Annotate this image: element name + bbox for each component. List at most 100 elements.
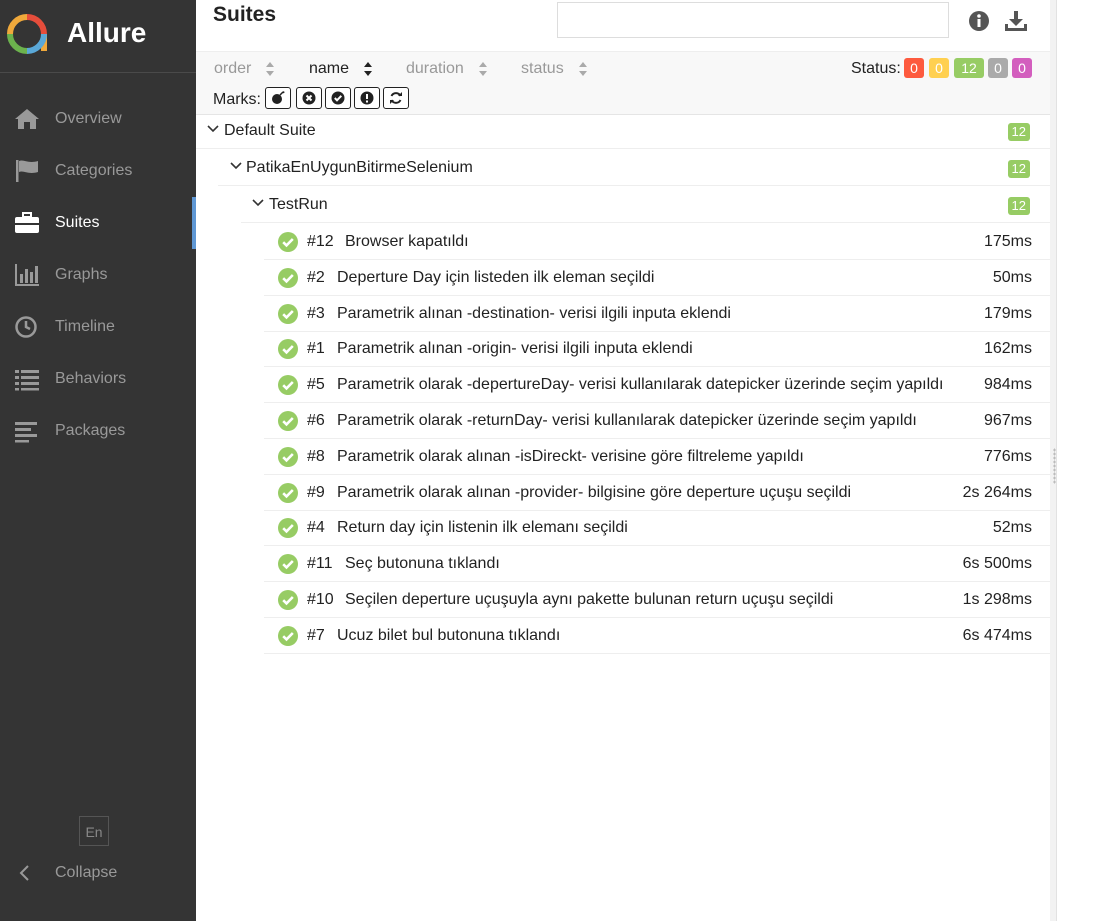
sidebar-item-packages[interactable]: Packages <box>0 405 196 457</box>
collapse-label: Collapse <box>55 864 118 881</box>
sort-name[interactable]: name <box>309 60 349 78</box>
passed-status-icon <box>278 590 298 615</box>
test-order: #2 <box>307 268 325 286</box>
mark-retries-button[interactable] <box>383 87 409 109</box>
passed-status-icon <box>278 518 298 543</box>
package-row[interactable]: PatikaEnUygunBitirmeSelenium 12 <box>218 150 1050 186</box>
sidebar-item-graphs[interactable]: Graphs <box>0 249 196 301</box>
passed-status-icon <box>278 303 298 329</box>
sidebar-item-behaviors[interactable]: Behaviors <box>0 353 196 405</box>
mark-flaky-button[interactable] <box>265 87 291 109</box>
test-order: #12 <box>307 233 334 250</box>
table-row[interactable]: #3 Parametrik alınan -destination- verisi… <box>264 296 1050 332</box>
mark-new-passed-button[interactable] <box>325 87 351 109</box>
download-icon[interactable] <box>1004 10 1028 32</box>
test-name: Parametrik olarak -returnDay- verisi kul… <box>337 412 917 429</box>
table-row[interactable]: #11 Seç butonuna tıklandı 6s 500ms <box>264 546 1050 583</box>
sidebar-item-label: Packages <box>55 422 126 439</box>
sidebar-nav: Overview Categories Suites Graphs Timeli… <box>0 93 196 457</box>
class-count-badge: 12 <box>1007 197 1030 215</box>
sidebar-item-label: Behaviors <box>55 370 127 387</box>
sort-icon[interactable] <box>265 61 275 77</box>
table-row[interactable]: #6 Parametrik olarak -returnDay- verisi k… <box>264 403 1050 439</box>
chevron-down-icon <box>230 162 242 170</box>
test-duration: 179ms <box>983 304 1032 322</box>
table-row[interactable]: #9 Parametrik olarak alınan -provider- bi… <box>264 475 1050 511</box>
status-badge-unknown[interactable]: 0 <box>1012 58 1032 78</box>
sort-icon[interactable] <box>478 61 488 77</box>
suite-row-default-suite[interactable]: Default Suite 12 <box>196 113 1050 149</box>
class-row[interactable]: TestRun 12 <box>241 187 1050 223</box>
test-order: #4 <box>307 519 325 537</box>
table-row[interactable]: #10 Seçilen deperture uçuşuyla aynı paket… <box>264 582 1050 618</box>
list-icon <box>15 370 39 391</box>
sidebar-item-categories[interactable]: Categories <box>0 145 196 197</box>
package-name: PatikaEnUygunBitirmeSelenium <box>246 159 473 176</box>
status-badge-skipped[interactable]: 0 <box>988 58 1008 78</box>
test-name: Parametrik alınan -destination- verisi i… <box>337 304 731 322</box>
status-badge-passed[interactable]: 12 <box>954 58 984 78</box>
bar-chart-icon <box>15 264 39 286</box>
table-row[interactable]: #2 Deperture Day için listeden ilk eleman… <box>264 260 1050 296</box>
sort-status[interactable]: status <box>521 60 564 78</box>
test-name: Parametrik olarak -depertureDay- verisi … <box>337 376 944 394</box>
test-order: #3 <box>307 304 325 322</box>
test-order: #7 <box>307 626 325 644</box>
table-row[interactable]: #7 Ucuz bilet bul butonuna tıklandı 6s 474… <box>264 618 1050 654</box>
clock-icon <box>15 316 37 338</box>
table-row[interactable]: #4 Return day için listenin ilk elemanı s… <box>264 510 1050 547</box>
collapse-button[interactable]: Collapse <box>0 855 196 891</box>
test-order: #9 <box>307 483 325 501</box>
sort-icon[interactable] <box>363 61 373 77</box>
page-title: Suites <box>213 3 277 26</box>
test-name: Deperture Day için listeden ilk eleman s… <box>337 268 655 286</box>
passed-status-icon <box>278 625 298 651</box>
sidebar-item-suites[interactable]: Suites <box>0 197 196 249</box>
language-button[interactable]: En <box>79 816 109 846</box>
table-row[interactable]: #12 Browser kapatıldı 175ms <box>264 224 1050 260</box>
passed-status-icon <box>278 482 298 508</box>
info-icon[interactable] <box>968 10 990 32</box>
refresh-icon <box>390 92 402 104</box>
test-duration: 2s 264ms <box>962 483 1032 501</box>
passed-status-icon <box>278 339 298 364</box>
mark-new-failed-button[interactable] <box>296 87 322 109</box>
sort-order[interactable]: order <box>214 60 251 78</box>
table-row[interactable]: #5 Parametrik olarak -depertureDay- veris… <box>264 367 1050 404</box>
search-input[interactable] <box>557 2 949 38</box>
suite-count-badge: 12 <box>1007 123 1030 141</box>
sidebar-item-label: Graphs <box>55 266 108 283</box>
app-logo[interactable]: Allure <box>0 0 196 73</box>
status-badge-failed[interactable]: 0 <box>904 58 924 78</box>
passed-status-icon <box>278 375 298 400</box>
allure-logo-icon <box>7 14 47 54</box>
sidebar-item-overview[interactable]: Overview <box>0 93 196 145</box>
test-duration: 6s 500ms <box>962 555 1032 573</box>
status-label: Status: <box>851 60 901 77</box>
times-circle-icon <box>302 91 316 105</box>
test-name: Return day için listenin ilk elemanı seç… <box>337 519 628 537</box>
passed-status-icon <box>278 554 298 579</box>
test-duration: 1s 298ms <box>962 591 1032 608</box>
passed-status-icon <box>278 411 298 436</box>
test-duration: 6s 474ms <box>962 626 1032 644</box>
mark-new-broken-button[interactable] <box>354 87 380 109</box>
test-name: Parametrik olarak alınan -isDireckt- ver… <box>337 447 804 465</box>
sort-duration[interactable]: duration <box>406 60 464 78</box>
sidebar-item-label: Categories <box>55 162 133 179</box>
test-name: Ucuz bilet bul butonuna tıklandı <box>337 626 561 644</box>
check-circle-icon <box>331 91 345 105</box>
table-row[interactable]: #1 Parametrik alınan -origin- verisi ilgi… <box>264 331 1050 368</box>
sidebar-item-timeline[interactable]: Timeline <box>0 301 196 353</box>
status-badge-broken[interactable]: 0 <box>929 58 949 78</box>
test-name: Seç butonuna tıklandı <box>345 555 500 573</box>
app-name: Allure <box>67 17 147 48</box>
sidebar-item-label: Timeline <box>55 318 115 335</box>
test-order: #5 <box>307 376 325 394</box>
test-order: #11 <box>307 555 333 573</box>
flag-icon <box>16 160 38 182</box>
chevron-down-icon <box>207 125 219 133</box>
table-row[interactable]: #8 Parametrik olarak alınan -isDireckt- v… <box>264 439 1050 475</box>
resize-handle[interactable] <box>1053 448 1056 484</box>
sort-icon[interactable] <box>578 61 588 77</box>
